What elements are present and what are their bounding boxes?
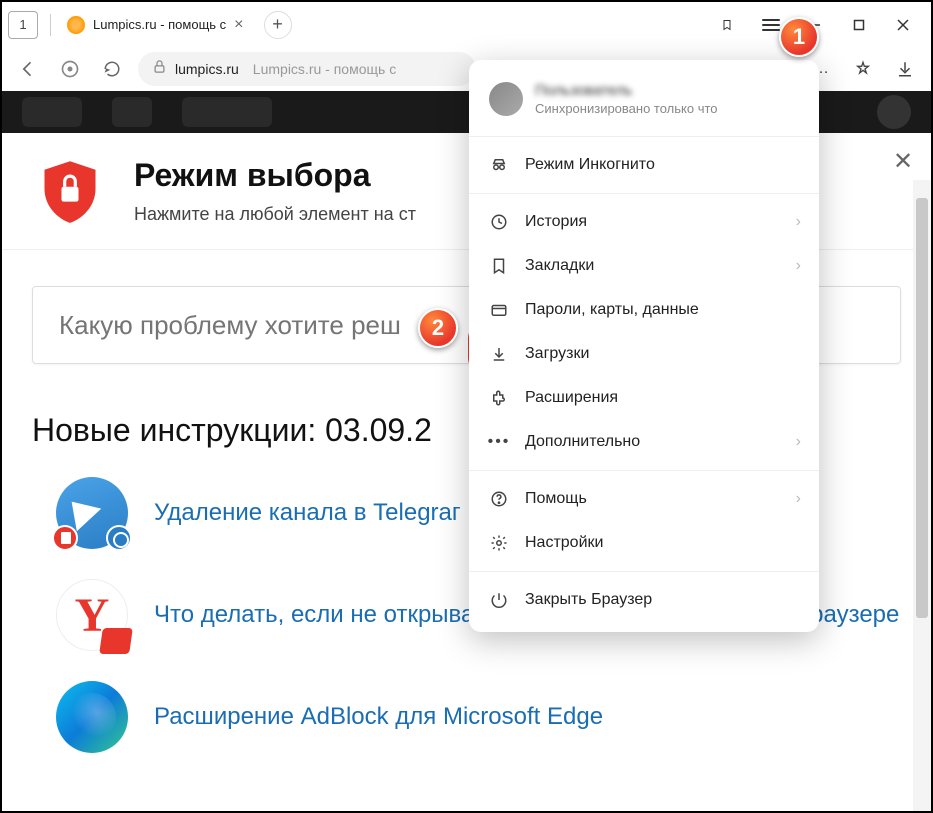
download-icon [489,344,509,364]
back-button[interactable] [12,53,44,85]
url-input[interactable]: lumpics.ru Lumpics.ru - помощь с [138,52,476,86]
scrollbar[interactable] [913,180,931,811]
profile-name: Пользователь [535,82,718,99]
lock-icon [152,59,167,79]
profile-sync-status: Синхронизировано только что [535,101,718,116]
downloads-button[interactable] [889,53,921,85]
notice-close-button[interactable]: ✕ [887,145,919,177]
card-icon [489,300,509,320]
tab-counter[interactable]: 1 [8,11,38,39]
annotation-callout-2: 2 [418,308,458,348]
favicon-icon [67,16,85,34]
more-icon: ••• [489,432,509,452]
edge-icon [56,681,128,753]
help-icon [489,489,509,509]
tab-title: Lumpics.ru - помощь с [93,17,226,32]
trash-badge-icon [52,525,78,551]
annotation-callout-1: 1 [779,17,819,57]
history-icon [489,212,509,232]
menu-incognito[interactable]: Режим Инкогнито [469,143,819,187]
gear-icon [489,533,509,553]
avatar-icon [489,82,523,116]
yandex-home-icon[interactable] [54,53,86,85]
bookmark-outline-icon[interactable] [705,9,749,41]
wifi-badge-icon [106,525,132,551]
yandex-browser-icon: Y [56,579,128,651]
article-title[interactable]: Удаление канала в Telegraг [154,496,461,530]
main-menu-dropdown: Пользователь Синхронизировано только что… [469,60,819,632]
scrollbar-thumb[interactable] [916,198,928,618]
window-maximize-button[interactable] [837,9,881,41]
hamburger-icon [762,19,780,31]
article-item[interactable]: Расширение AdBlock для Microsoft Edge [56,681,901,753]
menu-history[interactable]: История › [469,200,819,244]
incognito-icon [489,155,509,175]
shield-lock-icon [36,157,104,225]
power-icon [489,590,509,610]
chevron-right-icon: › [796,433,801,451]
url-domain: lumpics.ru [175,61,239,77]
menu-profile[interactable]: Пользователь Синхронизировано только что [469,72,819,130]
tab-close-button[interactable]: × [234,16,243,34]
menu-settings[interactable]: Настройки [469,521,819,565]
puzzle-icon [489,388,509,408]
telegram-icon [56,477,128,549]
menu-downloads[interactable]: Загрузки [469,332,819,376]
window-close-button[interactable] [881,9,925,41]
reload-button[interactable] [96,53,128,85]
browser-tab[interactable]: Lumpics.ru - помощь с × [57,7,254,43]
menu-extensions[interactable]: Расширения [469,376,819,420]
new-tab-button[interactable]: + [264,11,292,39]
bookmarks-icon [489,256,509,276]
chevron-right-icon: › [796,490,801,508]
menu-bookmarks[interactable]: Закладки › [469,244,819,288]
menu-passwords[interactable]: Пароли, карты, данные [469,288,819,332]
chevron-right-icon: › [796,257,801,275]
gosuslugi-badge-icon [99,628,133,654]
feedback-icon[interactable] [847,53,879,85]
article-title[interactable]: Расширение AdBlock для Microsoft Edge [154,700,603,734]
tab-separator [50,14,51,36]
menu-close-browser[interactable]: Закрыть Браузер [469,578,819,622]
menu-help[interactable]: Помощь › [469,477,819,521]
menu-more[interactable]: ••• Дополнительно › [469,420,819,464]
chevron-right-icon: › [796,213,801,231]
url-page-title: Lumpics.ru - помощь с [253,61,396,77]
